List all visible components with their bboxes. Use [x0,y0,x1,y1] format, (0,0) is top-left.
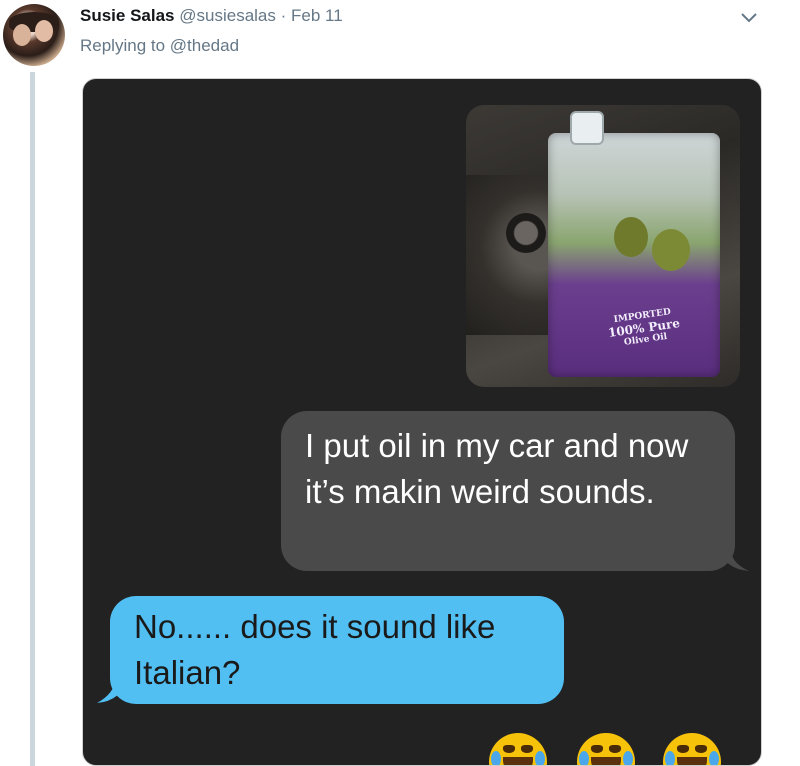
olive-graphic [614,217,648,257]
replying-to: Replying to @thedad [80,36,239,56]
avatar-face [35,20,53,42]
tears-of-joy-emoji-icon [489,733,547,765]
avatar-face [13,24,31,46]
outgoing-message: I put oil in my car and now it’s makin w… [281,411,735,571]
user-handle[interactable]: @susiesalas [179,6,276,25]
outgoing-bubble-tail [719,549,749,571]
emoji-mouth [591,757,621,765]
emoji-tear [709,751,719,765]
emoji-eye [677,745,689,753]
tears-of-joy-emoji-icon [577,733,635,765]
emoji-eye [609,745,621,753]
thread-line [30,72,35,766]
tweet-header: Susie Salas @susiesalas · Feb 11 [80,6,343,26]
separator-dot: · [280,6,287,25]
emoji-tear [579,751,589,765]
emoji-eye [695,745,707,753]
tweet-date[interactable]: Feb 11 [291,6,343,25]
message-text: I put oil in my car and now it’s makin w… [305,427,689,510]
olive-oil-photo[interactable]: IMPORTED 100% Pure Olive Oil [466,105,740,387]
emoji-tear [665,751,675,765]
emoji-tear [623,751,633,765]
emoji-eye [591,745,603,753]
message-screenshot[interactable]: IMPORTED 100% Pure Olive Oil I put oil i… [82,78,762,766]
avatar[interactable] [3,4,65,66]
emoji-eye [521,745,533,753]
emoji-mouth [677,757,707,765]
tin-spout [570,111,604,145]
emoji-mouth [503,757,533,765]
replying-handle[interactable]: @thedad [170,36,239,55]
replying-label: Replying to [80,36,166,55]
incoming-bubble-tail [97,679,127,703]
emoji-tear [491,751,501,765]
oil-cap [506,213,546,253]
olive-graphic [652,229,690,271]
display-name[interactable]: Susie Salas [80,6,175,25]
emoji-eye [503,745,515,753]
chevron-down-icon[interactable] [738,6,760,28]
message-text: No...... does it sound like Italian? [134,608,496,691]
tears-of-joy-emoji-icon [663,733,721,765]
emoji-tear [535,751,545,765]
incoming-message: No...... does it sound like Italian? [110,596,564,704]
